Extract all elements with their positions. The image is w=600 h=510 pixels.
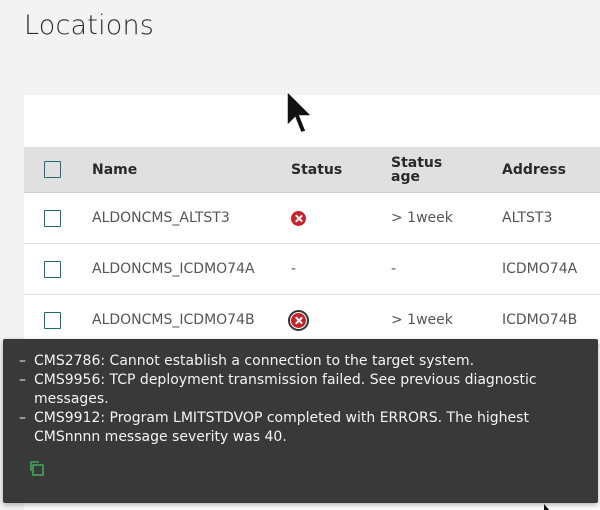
row-checkbox[interactable]	[44, 209, 61, 227]
error-message-text: CMS9912: Program LMITSTDVOP completed wi…	[34, 410, 529, 445]
error-icon[interactable]	[291, 210, 306, 226]
location-name: ALDONCMS_ICDMO74A	[92, 261, 255, 277]
status-age: -	[391, 261, 397, 277]
column-header-status-age-line2: age	[391, 168, 420, 185]
error-message-list: – CMS2786: Cannot establish a connection…	[19, 352, 582, 447]
status-age: > 1week	[391, 210, 453, 226]
row-checkbox[interactable]	[44, 260, 61, 278]
row-checkbox-cell	[44, 244, 64, 294]
error-message-text: CMS2786: Cannot establish a connection t…	[34, 353, 475, 369]
row-checkbox-cell	[44, 193, 64, 243]
status-text: -	[291, 261, 297, 277]
page-title: Locations	[24, 10, 155, 41]
status-cell	[288, 295, 381, 345]
error-message: – CMS9912: Program LMITSTDVOP completed …	[19, 409, 582, 447]
location-name: ALDONCMS_ALTST3	[92, 210, 230, 226]
table-row: ALDONCMS_ICDMO74A - - ICDMO74A	[24, 244, 600, 295]
page: Locations Name Status Status age Address…	[0, 0, 600, 510]
error-tooltip: – CMS2786: Cannot establish a connection…	[3, 339, 598, 503]
column-header-status-age-line1: Status	[391, 154, 443, 171]
error-message-text: CMS9956: TCP deployment transmission fai…	[34, 372, 537, 407]
header-checkbox-cell	[44, 147, 64, 192]
copy-icon[interactable]	[28, 460, 44, 476]
error-message: – CMS2786: Cannot establish a connection…	[19, 352, 582, 371]
location-name: ALDONCMS_ICDMO74B	[92, 312, 255, 328]
column-header-status[interactable]: Status	[291, 147, 381, 192]
column-header-status-age[interactable]: Status age	[391, 147, 491, 192]
address: ICDMO74A	[502, 261, 578, 277]
select-all-checkbox[interactable]	[44, 161, 61, 178]
mouse-pointer-icon	[544, 504, 550, 510]
error-icon[interactable]	[288, 309, 309, 331]
row-checkbox-cell	[44, 295, 64, 345]
address: ICDMO74B	[502, 312, 578, 328]
table-row: ALDONCMS_ALTST3 > 1week ALTST3	[24, 193, 600, 244]
error-message: – CMS9956: TCP deployment transmission f…	[19, 371, 582, 409]
table-header-row: Name Status Status age Address	[24, 147, 600, 193]
bullet-dash: –	[19, 372, 26, 388]
row-checkbox[interactable]	[44, 311, 61, 329]
bullet-dash: –	[19, 353, 26, 369]
status-age: > 1week	[391, 312, 453, 328]
status-cell	[291, 193, 381, 243]
address: ALTST3	[502, 210, 553, 226]
column-header-name[interactable]: Name	[92, 147, 282, 192]
mouse-pointer-icon	[286, 90, 314, 134]
bullet-dash: –	[19, 410, 26, 426]
column-header-address[interactable]: Address	[502, 147, 600, 192]
